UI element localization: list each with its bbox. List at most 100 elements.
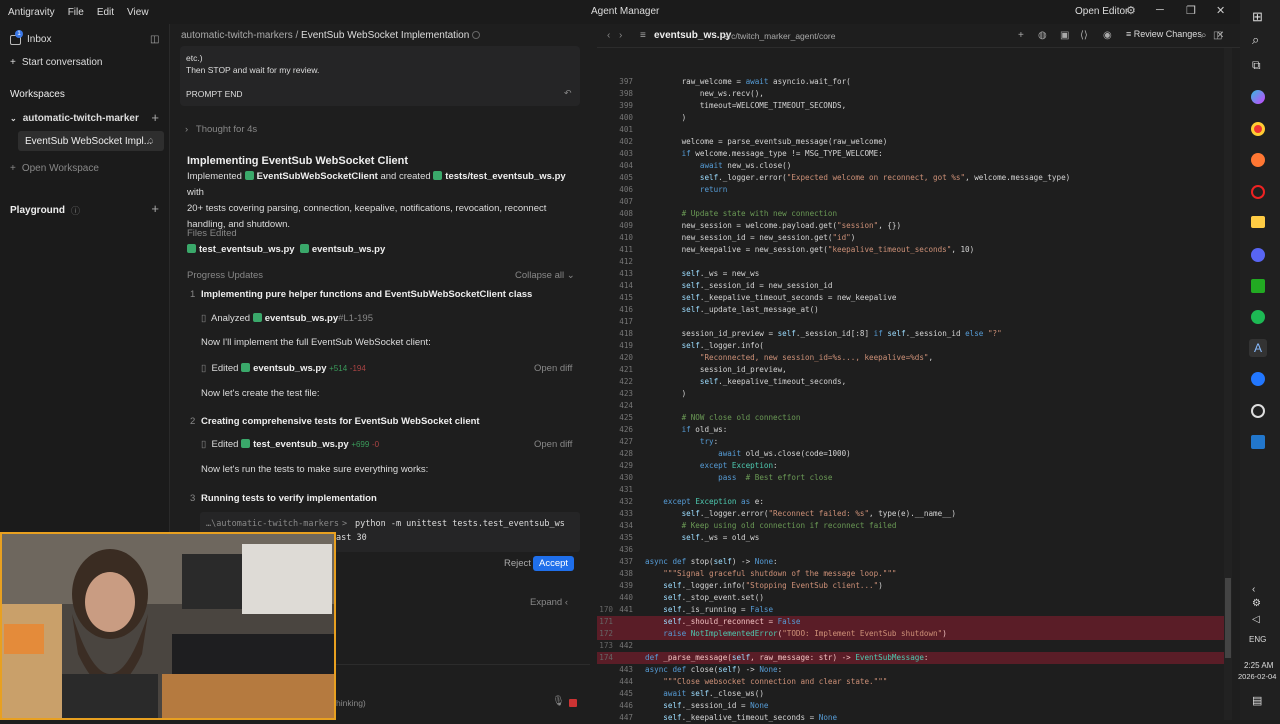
clock-date[interactable]: 2026-02-04 [1238,672,1276,681]
add-playground-icon[interactable]: + [151,201,159,216]
clock-time[interactable]: 2:25 AM [1244,661,1273,670]
file-link[interactable]: eventsub_ws.py [252,313,338,324]
plus-icon[interactable]: + [1018,30,1024,41]
spotify-icon[interactable] [1251,310,1265,324]
open-diff-button[interactable]: Open diff [534,361,572,377]
folder-icon[interactable] [1251,216,1265,228]
file-link-label: EventSubWebSocketClient [256,171,378,182]
speaker-icon[interactable]: ◁ [1252,614,1260,625]
add-conversation-icon[interactable]: + [151,110,159,125]
line-number: 402 [619,137,633,146]
workspace-name: automatic-twitch-marker [22,113,139,124]
code-line: 418 session_id_preview = self._session_i… [597,328,1224,340]
eye-icon[interactable]: ◉ [1103,30,1112,41]
code-editor[interactable]: 397 raw_welcome = await asyncio.wait_for… [597,48,1224,722]
code-line-removed: 171 self._should_reconnect = False [597,616,1224,628]
file-link[interactable]: eventsub_ws.py [299,244,385,255]
file-link[interactable]: tests/test_eventsub_ws.py [433,171,566,182]
line-number: 417 [619,317,633,326]
maps-icon[interactable] [1251,372,1265,386]
task-view-icon[interactable]: ⧉ [1252,58,1261,73]
split-view-icon[interactable]: ◫ [1213,30,1222,41]
minimize-icon[interactable]: ─ [1156,4,1164,16]
windows-start-icon[interactable]: ⊞ [1252,9,1263,25]
code-line: 411 new_keepalive = new_session.get("kee… [597,244,1224,256]
chrome-icon[interactable] [1251,122,1265,136]
undo-icon[interactable]: ↶ [564,88,572,99]
obs-icon[interactable] [1251,404,1265,418]
pin-icon[interactable]: ⌂ [148,135,153,145]
step-title: Creating comprehensive tests for EventSu… [201,416,480,427]
workspace-item[interactable]: ⌄ automatic-twitch-marker [10,113,139,124]
code-text: session_id_preview, [645,365,787,374]
gear-icon[interactable]: ⚙ [1126,4,1136,17]
menu-file[interactable]: File [68,7,84,18]
opera-icon[interactable] [1251,185,1265,199]
files-edited-list: test_eventsub_ws.py eventsub_ws.py [187,242,385,258]
old-line-number: 172 [599,629,613,638]
file-link[interactable]: test_eventsub_ws.py [187,244,295,255]
breadcrumb-separator: / [295,30,299,41]
sheets-icon[interactable] [1251,279,1265,293]
conversation-item[interactable]: EventSub WebSocket Impl... ⌂ [18,131,164,151]
file-link[interactable]: EventSubWebSocketClient [244,171,378,182]
copilot-icon[interactable] [1251,90,1265,104]
reject-button[interactable]: Reject [498,556,537,571]
accept-button[interactable]: Accept [533,556,575,571]
line-number: 433 [619,509,633,518]
globe-icon[interactable]: ◍ [1038,30,1047,41]
line-number: 399 [619,101,633,110]
maximize-icon[interactable]: ❐ [1186,4,1196,17]
prompt-text-line: Then STOP and wait for my review. [186,65,320,75]
firefox-icon[interactable] [1251,153,1265,167]
code-text: self._keepalive_timeout_seconds = new_ke… [681,293,897,302]
review-changes-button[interactable]: ≡ Review Changes [1126,29,1202,39]
menu-view[interactable]: View [127,7,149,18]
antigravity-icon[interactable]: A [1249,339,1267,357]
back-arrow-icon[interactable]: ‹ [607,30,610,41]
editor-scrollbar[interactable] [1224,48,1232,720]
line-number: 409 [619,221,633,230]
network-icon[interactable]: ⚙ [1252,598,1261,609]
breadcrumb-workspace[interactable]: automatic-twitch-markers [181,30,293,41]
forward-arrow-icon[interactable]: › [619,30,622,41]
line-number: 408 [619,209,633,218]
file-link[interactable]: eventsub_ws.py [241,363,326,374]
image-icon[interactable]: ▣ [1060,30,1069,41]
line-number: 406 [619,185,633,194]
search-icon[interactable]: ⌕ [1252,32,1259,48]
workspaces-heading: Workspaces [10,89,65,100]
stop-icon[interactable] [569,699,577,707]
thought-toggle[interactable]: › Thought for 4s [185,122,257,138]
close-icon[interactable]: ✕ [1216,4,1225,17]
editor-path: src/twitch_marker_agent/core [724,31,836,41]
playground-heading[interactable]: Playground ⓘ [10,204,80,217]
open-diff-button[interactable]: Open diff [534,437,572,453]
language-indicator[interactable]: ENG [1249,635,1266,644]
start-conversation-button[interactable]: + Start conversation [10,57,102,68]
code-line: 421 session_id_preview, [597,364,1224,376]
panel-toggle-icon[interactable]: ◫ [150,34,159,45]
microphone-icon[interactable]: 🎙 [552,696,565,707]
notification-icon[interactable]: ▤ [1252,694,1262,707]
window-title: Agent Manager [591,6,660,17]
open-workspace-button[interactable]: + Open Workspace [10,163,99,174]
app-icon[interactable] [1251,435,1265,449]
menu-edit[interactable]: Edit [97,7,114,18]
code-icon[interactable]: ⟨⟩ [1080,30,1088,41]
open-editor-button[interactable]: Open Editor [1075,6,1128,17]
line-number: 415 [619,293,633,302]
sidebar-item-inbox[interactable]: 1 Inbox [10,29,51,45]
expand-button[interactable]: Expand ‹ [530,595,568,611]
line-number: 428 [619,449,633,458]
line-number: 398 [619,89,633,98]
chevron-left-icon[interactable]: ‹ [1252,584,1255,595]
code-text: new_session_id = new_session.get("id") [645,233,856,242]
step-number: 3 [190,493,196,504]
discord-icon[interactable] [1251,248,1265,262]
code-line: 432 except Exception as e: [597,496,1224,508]
file-link[interactable]: test_eventsub_ws.py [241,439,349,450]
scrollbar-thumb[interactable] [1225,578,1231,658]
step-number: 2 [190,416,196,427]
collapse-all-button[interactable]: Collapse all ⌄ [515,268,575,284]
